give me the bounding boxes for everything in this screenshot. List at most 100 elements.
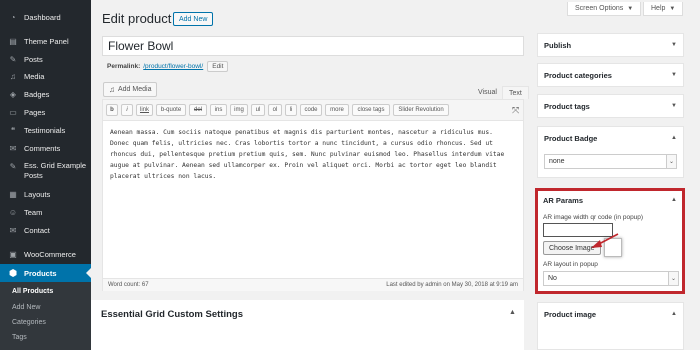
caret-down-icon: ▼ — [671, 72, 677, 78]
product-badge-select[interactable]: none ⌄ — [544, 154, 677, 169]
permalink-row: Permalink: /product/flower-bowl/ Edit — [107, 61, 229, 72]
submenu-add-new[interactable]: Add New — [12, 304, 40, 311]
quicktag-ins-button[interactable]: ins — [210, 104, 227, 116]
sidebar-item-pages[interactable]: ▭ Pages — [0, 104, 91, 121]
sidebar-item-layouts[interactable]: ▦ Layouts — [0, 186, 91, 203]
sidebar-item-label: Team — [24, 208, 43, 217]
sidebar-item-badges[interactable]: ◈ Badges — [0, 86, 91, 103]
products-submenu: All Products Add New Categories Tags — [0, 282, 91, 350]
admin-sidebar: ◔ Dashboard ▤ Theme Panel ✎ Posts ♫ Medi… — [0, 0, 91, 350]
product-image-box: Product image ▲ — [537, 302, 684, 350]
quicktags-toolbar: b i link b-quote del ins img ul ol li co… — [103, 100, 523, 121]
submenu-all-products[interactable]: All Products — [12, 288, 53, 295]
sidebar-item-products[interactable]: ⬢ Products — [0, 264, 91, 282]
sidebar-item-label: Products — [24, 268, 57, 278]
quicktag-more-button[interactable]: more — [325, 104, 349, 116]
active-pointer — [86, 268, 91, 278]
quicktag-bold-button[interactable]: b — [106, 104, 118, 116]
pages-icon: ▭ — [9, 107, 17, 117]
pin-icon: ✎ — [9, 162, 17, 171]
product-categories-box[interactable]: Product categories ▼ — [537, 63, 684, 87]
quicktag-slider-revolution-button[interactable]: Slider Revolution — [393, 104, 449, 116]
product-badge-box: Product Badge ▲ none ⌄ — [537, 126, 684, 178]
add-media-label: Add Media — [118, 86, 152, 93]
dashboard-icon: ◔ — [10, 12, 16, 22]
page-title: Edit product — [102, 11, 172, 26]
products-icon: ⬢ — [9, 267, 17, 278]
media-icon: ♫ — [10, 71, 16, 81]
sidebar-item-woocommerce[interactable]: ▣ WooCommerce — [0, 246, 91, 263]
sidebar-item-label: Pages — [24, 108, 46, 117]
publish-box[interactable]: Publish ▼ — [537, 33, 684, 57]
ar-layout-label: AR layout in popup — [543, 261, 598, 268]
permalink-edit-button[interactable]: Edit — [207, 61, 229, 72]
chevron-down-icon: ⌄ — [668, 272, 678, 285]
add-new-button[interactable]: Add New — [173, 12, 214, 26]
quicktag-img-button[interactable]: img — [230, 104, 248, 116]
caret-up-icon[interactable]: ▲ — [509, 309, 516, 316]
add-media-button[interactable]: ♫ Add Media — [103, 82, 158, 97]
screen-options-label: Screen Options — [575, 5, 624, 12]
layouts-icon: ▦ — [9, 189, 17, 199]
editor-statusbar: Word count: 67 Last edited by admin on M… — [103, 278, 523, 291]
sidebar-item-label: Comments — [24, 144, 61, 153]
sidebar-item-label: Layouts — [24, 190, 51, 199]
fullscreen-icon[interactable]: ⤧ — [512, 105, 519, 116]
product-tags-title: Product tags — [544, 102, 590, 111]
caret-down-icon: ▼ — [671, 103, 677, 109]
sidebar-item-label: Theme Panel — [24, 37, 69, 46]
post-title-input[interactable]: Flower Bowl — [102, 36, 524, 56]
sidebar-item-label: Badges — [24, 90, 50, 99]
sidebar-item-label: Dashboard — [24, 13, 61, 22]
ar-params-box: AR Params ▲ AR image width qr code (in p… — [535, 188, 685, 294]
sidebar-item-label: Ess. Grid Example Posts — [24, 161, 87, 180]
quicktag-code-button[interactable]: code — [300, 104, 322, 116]
quicktag-close-tags-button[interactable]: close tags — [352, 104, 390, 116]
product-badge-value: none — [549, 158, 565, 165]
sidebar-item-dashboard[interactable]: ◔ Dashboard — [0, 9, 91, 26]
permalink-label: Permalink: — [107, 63, 141, 70]
caret-down-icon: ▼ — [627, 5, 634, 12]
permalink-link[interactable]: /product/flower-bowl/ — [143, 63, 203, 70]
essential-grid-title[interactable]: Essential Grid Custom Settings — [101, 309, 243, 320]
sidebar-item-comments[interactable]: ✉ Comments — [0, 140, 91, 157]
testimonial-icon: ❝ — [10, 125, 16, 135]
help-button[interactable]: Help ▼ — [643, 2, 684, 16]
editor-textarea[interactable]: Aenean massa. Cum sociis natoque penatib… — [110, 127, 515, 182]
team-icon: ☺ — [8, 207, 18, 217]
sidebar-item-label: Media — [24, 72, 45, 81]
sidebar-item-ess-grid-example-posts[interactable]: ✎ Ess. Grid Example Posts — [0, 158, 91, 186]
sidebar-item-theme-panel[interactable]: ▤ Theme Panel — [0, 33, 91, 50]
caret-up-icon[interactable]: ▲ — [671, 135, 677, 141]
ar-layout-select[interactable]: No ⌄ — [543, 271, 679, 286]
pin-icon: ✎ — [9, 54, 17, 64]
sidebar-item-testimonials[interactable]: ❝ Testimonials — [0, 122, 91, 139]
screen-options-button[interactable]: Screen Options ▼ — [567, 2, 642, 16]
product-tags-box[interactable]: Product tags ▼ — [537, 94, 684, 118]
quicktag-li-button[interactable]: li — [285, 104, 297, 116]
submenu-tags[interactable]: Tags — [12, 334, 27, 341]
caret-up-icon[interactable]: ▲ — [671, 311, 677, 317]
badge-icon: ◈ — [9, 89, 17, 99]
quicktag-del-button[interactable]: del — [189, 104, 207, 116]
caret-down-icon: ▼ — [669, 5, 676, 12]
quicktag-bquote-button[interactable]: b-quote — [156, 104, 186, 116]
last-edited: Last edited by admin on May 30, 2018 at … — [386, 282, 518, 288]
media-icon: ♫ — [109, 85, 115, 94]
quicktag-ul-button[interactable]: ul — [251, 104, 265, 116]
tab-text[interactable]: Text — [502, 86, 529, 99]
submenu-categories[interactable]: Categories — [12, 319, 46, 326]
sidebar-item-contact[interactable]: ✉ Contact — [0, 222, 91, 239]
product-categories-title: Product categories — [544, 71, 612, 80]
contact-icon: ✉ — [9, 225, 17, 235]
ar-layout-value: No — [548, 275, 557, 282]
quicktag-italic-button[interactable]: i — [121, 104, 133, 116]
sidebar-item-posts[interactable]: ✎ Posts — [0, 51, 91, 68]
quicktag-ol-button[interactable]: ol — [268, 104, 282, 116]
sidebar-item-media[interactable]: ♫ Media — [0, 68, 91, 85]
sidebar-item-label: Posts — [24, 55, 43, 64]
content-editor: b i link b-quote del ins img ul ol li co… — [102, 99, 524, 291]
tab-visual[interactable]: Visual — [472, 86, 503, 99]
sidebar-item-team[interactable]: ☺ Team — [0, 204, 91, 221]
quicktag-link-button[interactable]: link — [136, 104, 153, 116]
